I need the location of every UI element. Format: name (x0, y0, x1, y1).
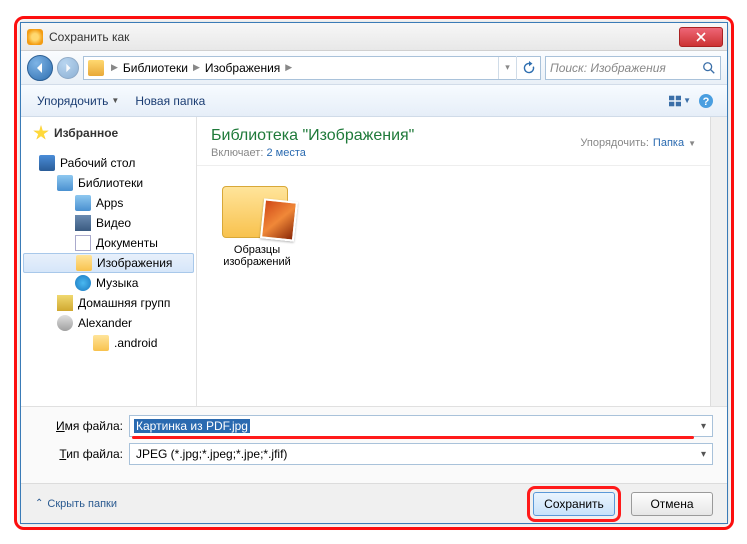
library-includes: Включает: 2 места (211, 147, 580, 159)
highlight-save: Сохранить (527, 486, 621, 522)
music-icon (75, 275, 91, 291)
breadcrumb-dropdown[interactable]: ▾ (498, 57, 516, 79)
forward-button[interactable] (57, 57, 79, 79)
cancel-button[interactable]: Отмена (631, 492, 713, 516)
filetype-value: JPEG (*.jpg;*.jpeg;*.jpe;*.jfif) (134, 447, 289, 461)
sidebar-favorites[interactable]: Избранное (21, 123, 196, 143)
scrollbar[interactable] (710, 117, 727, 406)
collapse-icon: ⌃ (35, 498, 43, 509)
search-placeholder: Поиск: Изображения (550, 61, 666, 75)
filetype-select[interactable]: JPEG (*.jpg;*.jpeg;*.jpe;*.jfif) (129, 443, 713, 465)
folder-thumbnail-icon (222, 180, 292, 238)
refresh-button[interactable] (516, 56, 540, 80)
breadcrumb-pictures[interactable]: Изображения (203, 61, 282, 75)
filename-input[interactable]: Картинка из PDF.jpg (129, 415, 713, 437)
svg-text:?: ? (703, 96, 710, 108)
filename-value: Картинка из PDF.jpg (134, 419, 250, 433)
help-icon: ? (698, 93, 714, 109)
back-button[interactable] (27, 55, 53, 81)
sidebar-desktop[interactable]: Рабочий стол (21, 153, 196, 173)
breadcrumb[interactable]: ▶ Библиотеки ▶ Изображения ▶ ▾ (83, 56, 541, 80)
video-icon (75, 215, 91, 231)
main-pane: Библиотека "Изображения" Включает: 2 мес… (197, 117, 710, 406)
search-input[interactable]: Поиск: Изображения (545, 56, 721, 80)
view-icon (669, 94, 681, 108)
filename-label: Имя файла: (35, 419, 123, 433)
save-button[interactable]: Сохранить (533, 492, 615, 516)
highlight-frame: Сохранить как ▶ Библиотеки ▶ Изображения… (14, 16, 734, 530)
sidebar-android[interactable]: .android (21, 333, 196, 353)
view-button[interactable]: ▼ (669, 90, 691, 112)
newfolder-button[interactable]: Новая папка (127, 90, 213, 112)
sidebar-apps[interactable]: Apps (21, 193, 196, 213)
titlebar: Сохранить как (21, 23, 727, 51)
window-title: Сохранить как (49, 30, 679, 44)
user-icon (57, 315, 73, 331)
sidebar-libraries[interactable]: Библиотеки (21, 173, 196, 193)
breadcrumb-libraries[interactable]: Библиотеки (121, 61, 190, 75)
search-icon (702, 61, 716, 75)
save-as-dialog: Сохранить как ▶ Библиотеки ▶ Изображения… (20, 22, 728, 524)
folder-icon (75, 195, 91, 211)
sidebar-homegroup[interactable]: Домашняя групп (21, 293, 196, 313)
filetype-label: Тип файла: (35, 447, 123, 461)
chevron-right-icon: ▶ (190, 62, 203, 73)
libraries-icon (88, 60, 104, 76)
toolbar: Упорядочить▼ Новая папка ▼ ? (21, 85, 727, 117)
sidebar-documents[interactable]: Документы (21, 233, 196, 253)
sidebar-music[interactable]: Музыка (21, 273, 196, 293)
organize-button[interactable]: Упорядочить▼ (29, 90, 127, 112)
sidebar-video[interactable]: Видео (21, 213, 196, 233)
homegroup-icon (57, 295, 73, 311)
libraries-icon (57, 175, 73, 191)
chevron-right-icon: ▶ (282, 62, 295, 73)
sort-control[interactable]: Упорядочить:Папка▼ (580, 127, 696, 159)
folder-label: Образцы изображений (211, 244, 303, 268)
sidebar-user[interactable]: Alexander (21, 313, 196, 333)
close-button[interactable] (679, 27, 723, 47)
nav-row: ▶ Библиотеки ▶ Изображения ▶ ▾ Поиск: Из… (21, 51, 727, 85)
sidebar-pictures[interactable]: Изображения (23, 253, 194, 273)
star-icon (33, 125, 49, 141)
library-title: Библиотека "Изображения" (211, 127, 580, 145)
help-button[interactable]: ? (695, 90, 717, 112)
bottom-panel: Имя файла: Картинка из PDF.jpg Тип файла… (21, 406, 727, 523)
pictures-icon (76, 255, 92, 271)
folder-item[interactable]: Образцы изображений (211, 180, 303, 268)
chevron-right-icon: ▶ (108, 62, 121, 73)
highlight-underline (132, 436, 694, 439)
close-icon (696, 32, 706, 42)
main-header: Библиотека "Изображения" Включает: 2 мес… (197, 117, 710, 166)
hide-folders-toggle[interactable]: ⌃Скрыть папки (35, 498, 117, 510)
document-icon (75, 235, 91, 251)
refresh-icon (522, 61, 536, 75)
app-icon (27, 29, 43, 45)
file-area[interactable]: Образцы изображений (197, 166, 710, 406)
folder-icon (93, 335, 109, 351)
sidebar: Избранное Рабочий стол Библиотеки Apps В… (21, 117, 197, 406)
desktop-icon (39, 155, 55, 171)
